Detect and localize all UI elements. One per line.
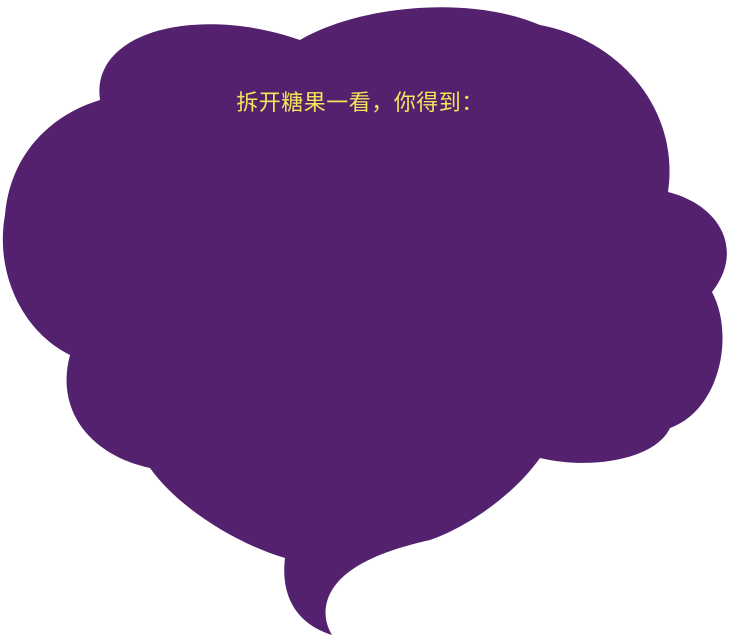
bubble-message: 拆开糖果一看，你得到： xyxy=(236,91,484,116)
